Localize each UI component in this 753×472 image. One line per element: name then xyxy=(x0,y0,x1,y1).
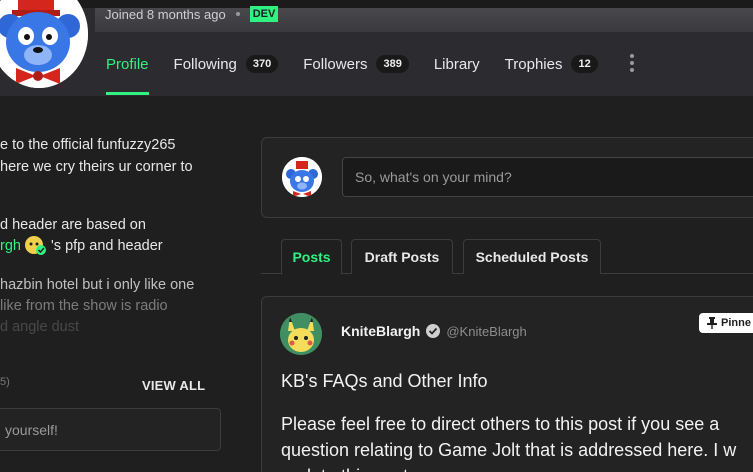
pinned-badge: Pinne xyxy=(699,313,753,333)
composer-input[interactable]: So, what's on your mind? xyxy=(342,157,753,197)
tab-scheduled-posts-label: Scheduled Posts xyxy=(475,249,589,265)
joined-text: Joined 8 months ago xyxy=(105,6,226,22)
post-author[interactable]: KniteBlargh @KniteBlargh xyxy=(341,323,527,339)
dev-badge: DEV xyxy=(249,6,279,22)
author-name: KniteBlargh xyxy=(341,323,421,339)
more-options-icon[interactable] xyxy=(628,54,636,72)
mention-avatar-icon xyxy=(25,235,47,255)
bear-avatar-icon xyxy=(282,157,322,197)
post-author-avatar[interactable] xyxy=(280,313,322,355)
tab-posts-label: Posts xyxy=(292,249,331,265)
tab-following[interactable]: Following 370 xyxy=(174,46,279,82)
profile-nav: Profile Following 370 Followers 389 Libr… xyxy=(106,46,623,96)
bio-line: hazbin hotel but i only like one xyxy=(0,277,195,293)
post-body-line: Please feel free to direct others to thi… xyxy=(281,414,720,434)
view-all-button[interactable]: VIEW ALL xyxy=(142,378,205,393)
tab-followers-label: Followers xyxy=(303,55,368,73)
tab-trophies[interactable]: Trophies 12 xyxy=(505,46,598,82)
tab-followers[interactable]: Followers 389 xyxy=(303,46,409,82)
tab-draft-posts[interactable]: Draft Posts xyxy=(351,239,453,274)
post-body: Please feel free to direct others to thi… xyxy=(281,411,753,472)
tab-following-label: Following xyxy=(173,55,237,73)
pin-icon xyxy=(707,317,717,329)
followers-count: 389 xyxy=(376,55,409,73)
following-count: 370 xyxy=(245,55,279,73)
bio-line: d angle dust xyxy=(0,319,80,335)
tab-library-label: Library xyxy=(433,55,480,73)
post-body-line: question relating to Game Jolt that is a… xyxy=(281,440,737,460)
bio-line: like from the show is radio xyxy=(0,298,168,314)
verified-icon xyxy=(426,324,441,338)
pikachu-avatar-icon xyxy=(280,313,322,355)
pinned-post[interactable]: KniteBlargh @KniteBlargh Pinne KB's FAQs… xyxy=(261,296,753,472)
mention-link[interactable]: rgh xyxy=(0,238,21,254)
tab-posts[interactable]: Posts xyxy=(281,239,342,275)
shout-input[interactable]: yourself! xyxy=(0,408,221,451)
bio-line: d header are based on xyxy=(0,217,146,233)
tab-profile-label: Profile xyxy=(106,55,149,73)
post-body-line: update this post xyxy=(281,463,753,472)
tab-scheduled-posts[interactable]: Scheduled Posts xyxy=(463,239,601,274)
tab-library[interactable]: Library xyxy=(434,46,480,82)
tab-draft-posts-label: Draft Posts xyxy=(364,249,440,265)
pinned-label: Pinne xyxy=(721,317,751,329)
shouts-count: 5) xyxy=(0,376,10,388)
profile-meta: Joined 8 months ago DEV xyxy=(105,5,279,23)
tab-trophies-label: Trophies xyxy=(504,55,563,73)
trophies-count: 12 xyxy=(571,55,598,73)
composer-avatar xyxy=(282,157,322,197)
bio-mention-line: rgh 's pfp and header xyxy=(0,235,163,257)
bio-line: e to the official funfuzzy265 xyxy=(0,137,176,153)
author-handle: @KniteBlargh xyxy=(446,323,527,339)
bio-line: here we cry theirs ur corner to xyxy=(0,159,193,175)
separator-dot xyxy=(235,12,240,16)
post-title: KB's FAQs and Other Info xyxy=(281,371,488,391)
tab-profile[interactable]: Profile xyxy=(106,46,149,95)
post-tabs: Posts Draft Posts Scheduled Posts xyxy=(261,239,753,275)
bio-line: 's pfp and header xyxy=(51,238,163,254)
post-composer: So, what's on your mind? xyxy=(261,137,753,218)
